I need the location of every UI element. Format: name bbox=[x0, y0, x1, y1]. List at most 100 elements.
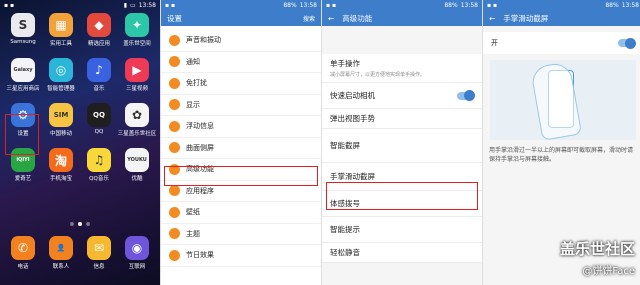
app-icon: ◉ bbox=[125, 236, 149, 260]
app-icon: ▶ bbox=[125, 58, 149, 82]
app-icon-item[interactable]: S Samsung bbox=[4, 13, 42, 47]
settings-item[interactable]: 主题 bbox=[161, 224, 321, 245]
app-label: 手机淘宝 bbox=[49, 176, 72, 182]
settings-highlight-box bbox=[5, 114, 39, 155]
back-arrow-icon[interactable]: ← bbox=[489, 14, 495, 23]
quick-camera-toggle[interactable] bbox=[457, 90, 475, 101]
smart-alert-item[interactable]: 智能提示 bbox=[322, 217, 482, 243]
back-arrow-icon[interactable]: ← bbox=[328, 14, 334, 23]
app-label: 三星视频 bbox=[125, 86, 148, 92]
settings-item-label: 壁纸 bbox=[186, 208, 200, 217]
settings-item-icon bbox=[169, 99, 180, 111]
watermark-title: 盖乐世社区 bbox=[559, 240, 635, 258]
app-icon: ✦ bbox=[125, 13, 149, 37]
settings-item-label: 免打扰 bbox=[186, 79, 207, 88]
palm-swipe-highlight-box bbox=[326, 182, 478, 210]
settings-item[interactable]: 声音和振动 bbox=[161, 30, 321, 52]
palm-swipe-switch-row[interactable]: 开 bbox=[483, 32, 640, 54]
app-icon-item[interactable]: Galaxy 三星应用商店 bbox=[4, 58, 42, 92]
hand-illustration bbox=[529, 61, 583, 140]
settings-item[interactable]: 免打扰 bbox=[161, 73, 321, 95]
app-icon-item[interactable]: ◉ 互联网 bbox=[118, 236, 156, 270]
settings-item-label: 显示 bbox=[186, 100, 200, 109]
settings-item-label: 曲面侧屏 bbox=[186, 143, 214, 152]
app-icon-item[interactable]: ▶ 三星视频 bbox=[118, 58, 156, 92]
app-icon: Galaxy bbox=[11, 58, 35, 82]
app-icon: QQ bbox=[87, 103, 111, 127]
search-button[interactable]: 搜索 bbox=[303, 14, 315, 23]
home-screen-panel: ▪ ▪ ▮ ▭ 13:58 S Samsung ▦ 实用工具 ◆ 精选应用 ✦ 盖乐世空间 Gala… bbox=[0, 0, 160, 285]
battery-icon: ▭ bbox=[130, 1, 136, 9]
app-icon-item[interactable]: SIM 中国移动 bbox=[42, 103, 80, 137]
app-label: 信息 bbox=[93, 264, 105, 270]
app-icon-item[interactable]: ✿ 三星盖乐世社区 bbox=[118, 103, 156, 137]
app-label: 盖乐世空间 bbox=[123, 41, 151, 47]
app-icon-item[interactable]: 👤 联系人 bbox=[42, 236, 80, 270]
settings-item-label: 浮动信息 bbox=[186, 122, 214, 131]
app-icon-item[interactable]: ♫ QQ音乐 bbox=[80, 148, 118, 182]
quick-camera-item[interactable]: 快速启动相机 bbox=[322, 83, 482, 109]
app-label: 三星应用商店 bbox=[6, 86, 40, 92]
settings-item[interactable]: 通知 bbox=[161, 52, 321, 73]
app-icon-item[interactable]: ✦ 盖乐世空间 bbox=[118, 13, 156, 47]
battery-level: 88% bbox=[605, 1, 619, 9]
app-icon-item[interactable]: YOUKU 优酷 bbox=[118, 148, 156, 182]
app-icon: ✉ bbox=[87, 236, 111, 260]
one-hand-desc: 减小屏幕尺寸，以更方便地实现单手操作。 bbox=[330, 72, 426, 78]
app-icon: ◎ bbox=[49, 58, 73, 82]
settings-item[interactable]: 节日效果 bbox=[161, 245, 321, 267]
app-icon-item[interactable]: 淘手机淘宝 bbox=[42, 148, 80, 182]
app-icon: 淘 bbox=[49, 148, 73, 172]
app-label: 实用工具 bbox=[49, 41, 72, 47]
settings-item[interactable]: 曲面侧屏 bbox=[161, 138, 321, 159]
settings-item-icon bbox=[169, 206, 180, 218]
popup-gesture-item[interactable]: 弹出视图手势 bbox=[322, 109, 482, 129]
status-bar: ▪ ▪ 88% 13:58 bbox=[161, 0, 321, 10]
palm-swipe-description: 用手掌沿滑过一半以上的屏幕即可截取屏幕，滑动时请保持手掌沿与屏幕接触。 bbox=[489, 147, 634, 163]
watermark-handle: @饼饼Face bbox=[582, 266, 635, 277]
page-title: 设置 bbox=[167, 13, 182, 23]
app-label: 联系人 bbox=[52, 264, 70, 270]
app-label: 爱奇艺 bbox=[14, 176, 32, 182]
palm-swipe-toggle[interactable] bbox=[618, 37, 636, 49]
app-label: 优酷 bbox=[131, 176, 143, 182]
app-label: Samsung bbox=[10, 39, 36, 45]
app-label: QQ bbox=[94, 129, 104, 135]
settings-item-label: 声音和振动 bbox=[186, 36, 221, 45]
app-icon-item[interactable]: ▦ 实用工具 bbox=[42, 13, 80, 47]
app-label: 中国移动 bbox=[49, 131, 72, 137]
settings-item-label: 节日效果 bbox=[186, 251, 214, 260]
settings-list: 声音和振动 通知 免打扰 显示 浮动信息 曲面侧屏 高级功能 应用程序 壁纸 主题 节日效果 bbox=[161, 26, 321, 267]
palm-swipe-label: 手掌滑动截屏 bbox=[330, 172, 375, 181]
notification-icons: ▪ ▪ bbox=[165, 1, 176, 9]
settings-item-icon bbox=[169, 185, 180, 197]
app-icon-item[interactable]: ◎ 智能管理器 bbox=[42, 58, 80, 92]
settings-item-label: 主题 bbox=[186, 229, 200, 238]
settings-item-icon bbox=[169, 120, 180, 132]
one-hand-mode-item[interactable]: 单手操作 减小屏幕尺寸，以更方便地实现单手操作。 bbox=[322, 54, 482, 83]
smart-capture-item[interactable]: 智能截屏 bbox=[322, 129, 482, 163]
app-icon: ◆ bbox=[87, 13, 111, 37]
easy-mute-item[interactable]: 轻松静音 bbox=[322, 243, 482, 263]
settings-item-icon bbox=[169, 249, 180, 261]
quick-camera-label: 快速启动相机 bbox=[330, 91, 375, 100]
app-icon-item[interactable]: ♪ 音乐 bbox=[80, 58, 118, 92]
clock: 13:58 bbox=[299, 1, 317, 9]
app-icon: ✆ bbox=[11, 236, 35, 260]
settings-item[interactable]: 壁纸 bbox=[161, 202, 321, 224]
settings-item-icon bbox=[169, 142, 180, 154]
settings-item[interactable]: 显示 bbox=[161, 95, 321, 116]
settings-item-label: 通知 bbox=[186, 57, 200, 66]
dock: ✆ 电话 👤 联系人 ✉ 信息 ◉ 互联网 bbox=[4, 236, 156, 270]
app-icon-item[interactable]: QQ QQ bbox=[80, 103, 118, 137]
app-icon-item[interactable]: ✉ 信息 bbox=[80, 236, 118, 270]
mute-label: 轻松静音 bbox=[330, 248, 360, 257]
app-icon-item[interactable]: ✆ 电话 bbox=[4, 236, 42, 270]
settings-item-icon bbox=[169, 228, 180, 240]
advanced-panel: ▪ ▪ 88% 13:58 ← 高级功能 单手操作 减小屏幕尺寸，以更方便地实现单… bbox=[322, 0, 482, 285]
app-icon: YOUKU bbox=[125, 148, 149, 172]
notification-icons: ▪ ▪ bbox=[487, 1, 498, 9]
settings-item[interactable]: 浮动信息 bbox=[161, 116, 321, 138]
app-icon-item[interactable]: ◆ 精选应用 bbox=[80, 13, 118, 47]
app-icon: SIM bbox=[49, 103, 73, 127]
